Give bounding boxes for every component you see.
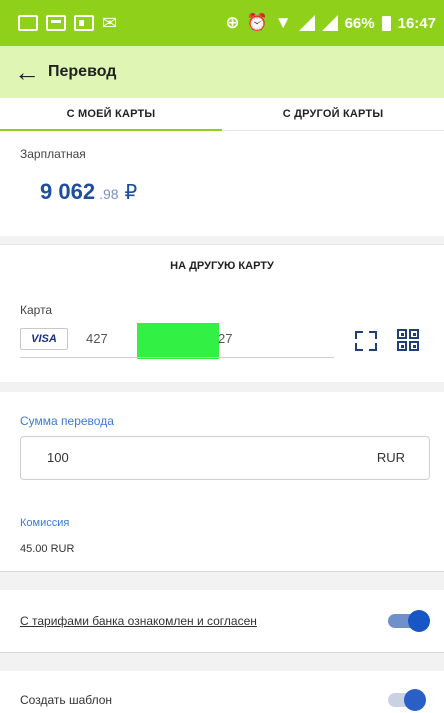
gallery-notification-icon: ✉ — [102, 13, 118, 33]
amount-section: Сумма перевода 100 RUR — [0, 392, 444, 500]
screen-notification-icon — [74, 15, 94, 31]
ruble-icon: ₽ — [124, 182, 138, 204]
template-toggle[interactable] — [388, 689, 430, 711]
card-section: Карта VISA 427 27 — [0, 287, 444, 382]
window-notification-icon — [46, 15, 66, 31]
terms-link[interactable]: С тарифами банка ознакомлен и согласен — [20, 614, 257, 628]
amount-input[interactable]: 100 RUR — [20, 436, 430, 480]
battery-percent: 66% — [344, 14, 375, 32]
image-notification-icon — [18, 15, 38, 31]
create-template-label: Создать шаблон — [20, 693, 113, 707]
card-number-end[interactable]: 27 — [218, 331, 232, 346]
toggle-knob — [408, 610, 430, 632]
section-title: НА ДРУГУЮ КАРТУ — [0, 244, 444, 288]
card-number-start[interactable]: 427 — [86, 331, 108, 346]
source-account[interactable]: Зарплатная 9 062.98 ₽ — [0, 131, 444, 236]
commission-section: Комиссия 45.00 RUR — [0, 500, 444, 570]
scan-card-icon[interactable] — [355, 331, 377, 351]
amount-currency: RUR — [376, 450, 405, 465]
template-row: Создать шаблон — [0, 671, 444, 713]
amount-label: Сумма перевода — [20, 414, 114, 428]
toggle-knob-2 — [404, 689, 426, 711]
clock: 16:47 — [397, 14, 436, 32]
card-number-redaction — [137, 323, 219, 359]
card-label: Карта — [20, 303, 53, 317]
commission-label: Комиссия — [20, 517, 70, 529]
section-gap-2 — [0, 382, 444, 392]
qr-code-icon[interactable] — [397, 329, 419, 351]
account-name: Зарплатная — [20, 147, 86, 161]
source-tabs: С МОЕЙ КАРТЫ С ДРУГОЙ КАРТЫ — [0, 98, 444, 131]
amount-value: 100 — [47, 450, 69, 465]
app-toolbar: ← Перевод — [0, 46, 444, 98]
tab-from-other-card[interactable]: С ДРУГОЙ КАРТЫ — [222, 98, 444, 130]
account-balance: 9 062.98 ₽ — [40, 179, 137, 205]
signal-icon — [298, 15, 315, 31]
terms-row: С тарифами банка ознакомлен и согласен — [0, 590, 444, 652]
alarm-icon: ⏰ — [246, 13, 268, 32]
system-indicators: ⊕ ⏰ ▼ 66% 16:47 — [225, 13, 436, 33]
tab-from-my-card[interactable]: С МОЕЙ КАРТЫ — [0, 98, 222, 131]
card-number-underline — [20, 357, 334, 358]
balance-integer: 9 062 — [40, 179, 96, 204]
visa-logo-icon: VISA — [20, 328, 68, 350]
status-bar: ✉ ⊕ ⏰ ▼ 66% 16:47 — [0, 0, 444, 46]
commission-value: 45.00 RUR — [20, 543, 75, 555]
section-gap-3 — [0, 572, 444, 590]
signal-2-icon — [321, 15, 338, 31]
wifi-icon: ▼ — [274, 13, 292, 32]
battery-icon — [381, 15, 391, 31]
terms-toggle[interactable] — [388, 610, 430, 632]
section-gap — [0, 236, 444, 244]
section-gap-4 — [0, 653, 444, 671]
back-arrow-icon[interactable]: ← — [14, 59, 48, 85]
balance-fraction: .98 — [99, 186, 119, 202]
notification-icons: ✉ — [18, 13, 118, 33]
usb-icon: ⊕ — [225, 13, 240, 32]
page-title: Перевод — [48, 63, 117, 80]
